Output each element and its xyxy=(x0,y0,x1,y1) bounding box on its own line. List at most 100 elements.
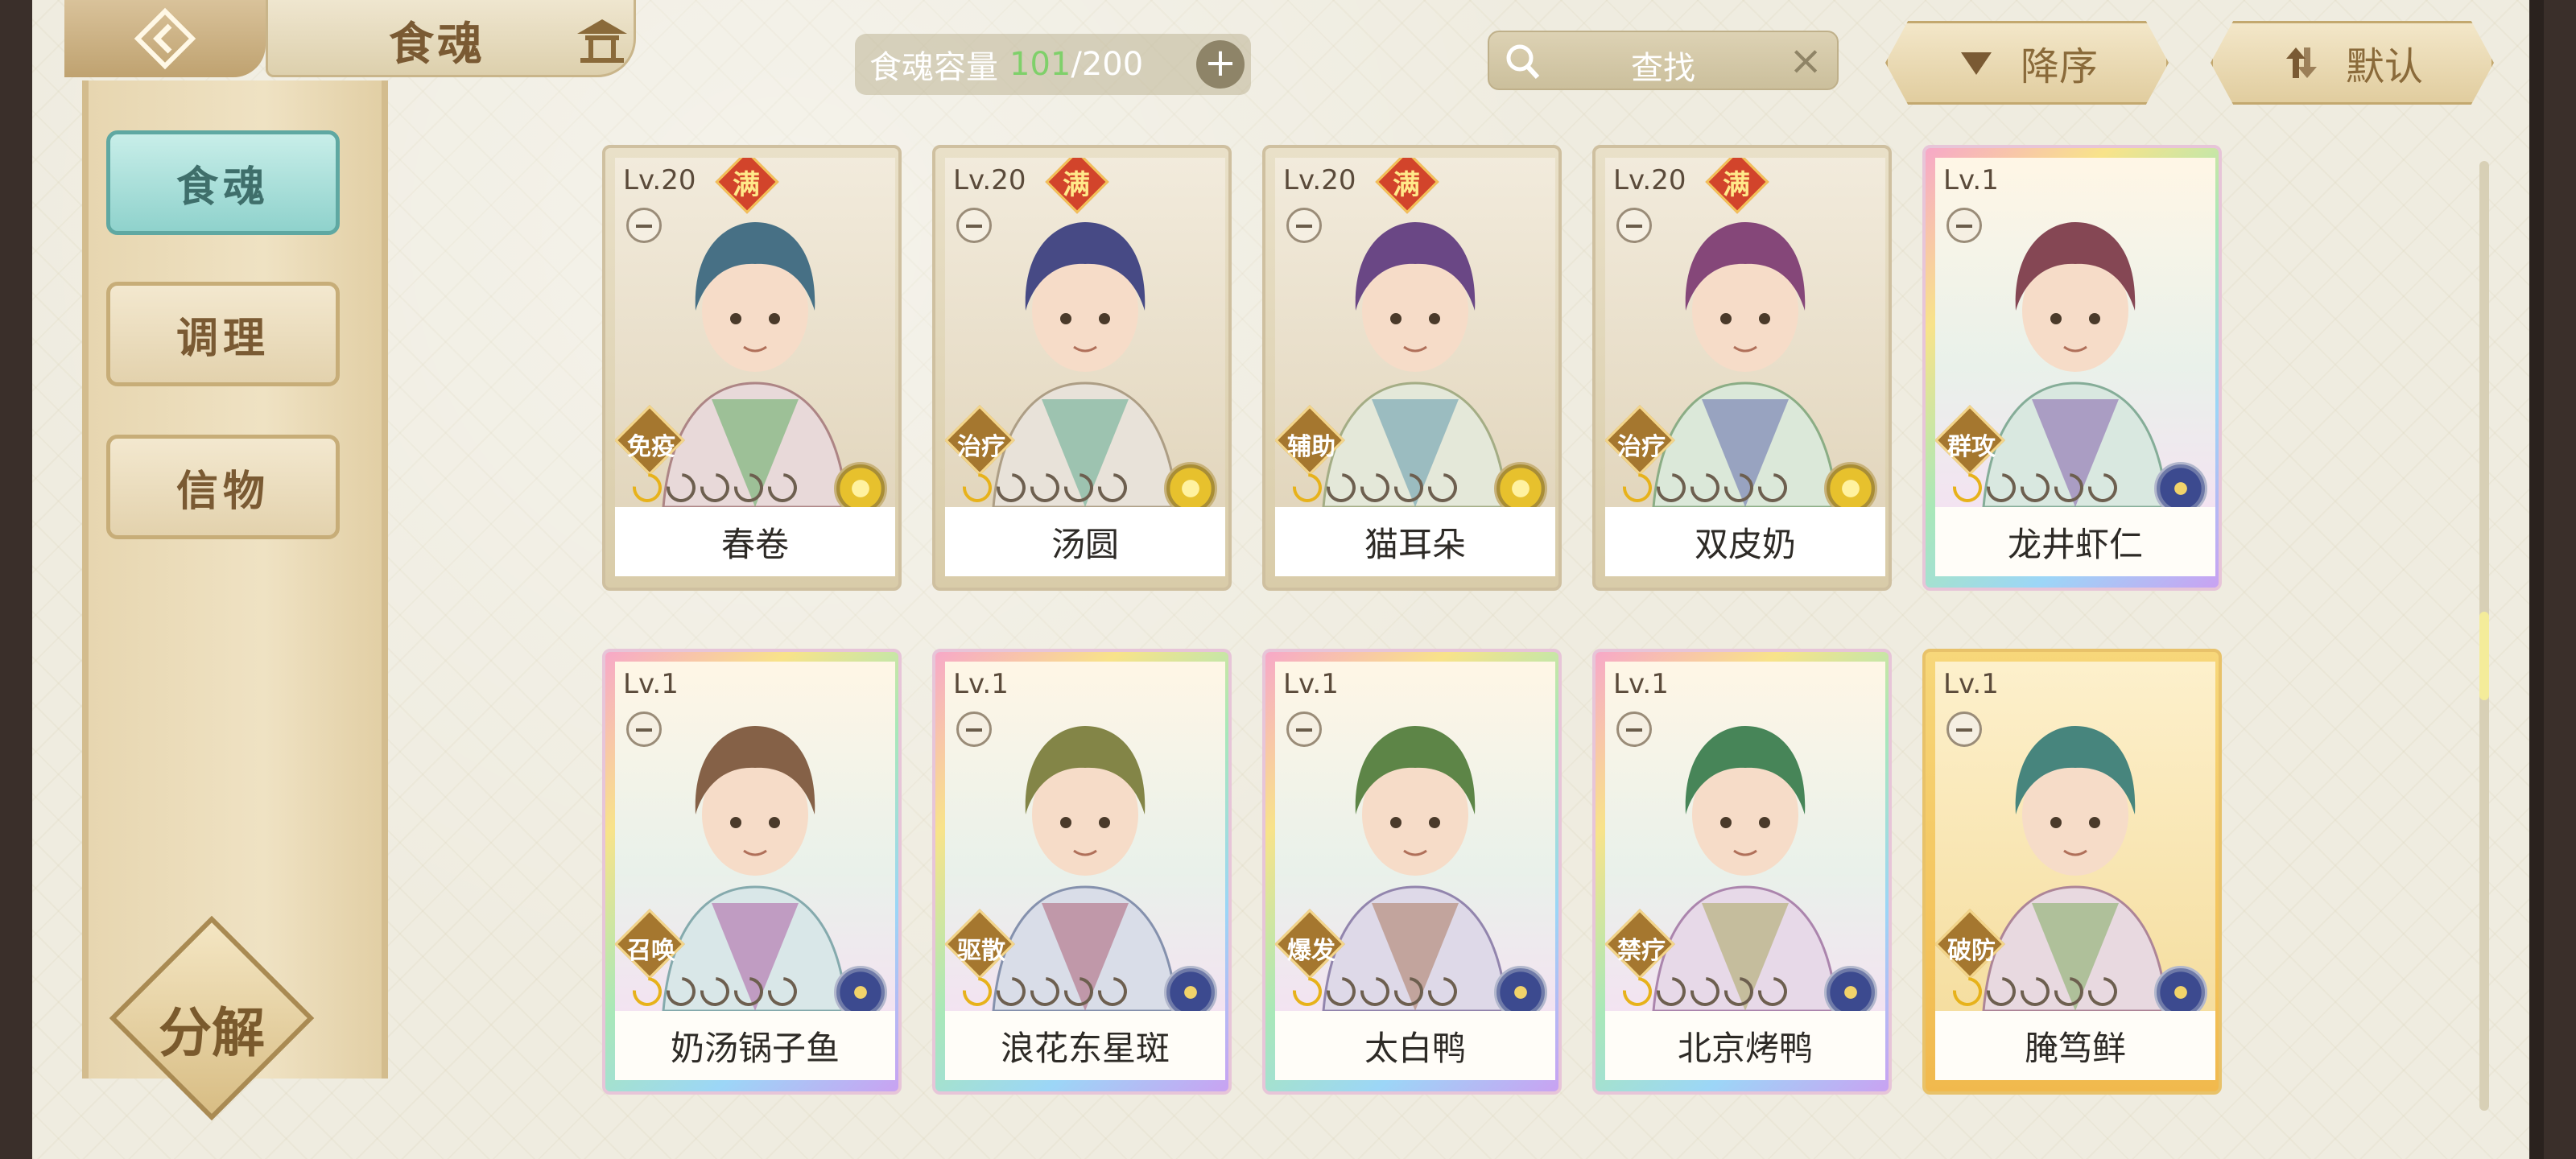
level-label: Lv.1 xyxy=(623,668,679,700)
skill-level-icons xyxy=(1946,467,2124,507)
scrollbar-thumb[interactable] xyxy=(2479,612,2489,700)
skill-swirl-icon xyxy=(1718,467,1760,507)
pavilion-icon[interactable] xyxy=(574,16,630,64)
rank-dot-icon xyxy=(1946,208,1982,243)
rank-dot-icon xyxy=(626,711,662,747)
sidebar-item-xinwu[interactable]: 信物 xyxy=(106,435,340,539)
skill-swirl-icon xyxy=(1388,467,1430,507)
max-level-label: 满 xyxy=(1723,169,1750,201)
character-name: 猫耳朵 xyxy=(1275,507,1555,576)
skill-swirl-icon xyxy=(2014,971,2056,1011)
role-badge: 破防 xyxy=(1935,909,2006,980)
sidebar-item-label: 食魂 xyxy=(175,162,270,212)
clear-search-icon[interactable]: × xyxy=(1789,37,1823,84)
skill-swirl-icon xyxy=(1752,971,1794,1011)
role-label: 辅助 xyxy=(1287,433,1335,461)
capacity-max: 200 xyxy=(1081,46,1144,83)
page-title: 食魂 xyxy=(389,18,485,71)
skill-swirl-icon xyxy=(1718,971,1760,1011)
rank-dot-icon xyxy=(1946,711,1982,747)
skill-swirl-icon xyxy=(728,467,770,507)
sidebar-item-label: 信物 xyxy=(175,466,270,516)
food-soul-card[interactable]: Lv.1 召唤 奶汤锅子鱼 xyxy=(602,649,902,1095)
skill-swirl-icon xyxy=(660,971,702,1011)
capacity-label: 食魂容量 xyxy=(869,49,998,86)
skill-swirl-icon xyxy=(1650,971,1692,1011)
character-name: 太白鸭 xyxy=(1275,1011,1555,1080)
skill-swirl-icon xyxy=(762,467,803,507)
right-edge xyxy=(2529,0,2544,1159)
food-soul-card[interactable]: Lv.1 驱散 浪花东星斑 xyxy=(932,649,1232,1095)
character-name: 北京烤鸭 xyxy=(1605,1011,1885,1080)
skill-swirl-icon xyxy=(762,971,803,1011)
food-soul-card[interactable]: Lv.20 满 免疫 春卷 xyxy=(602,145,902,591)
food-soul-card[interactable]: Lv.1 破防 腌笃鲜 xyxy=(1922,649,2222,1095)
food-soul-card[interactable]: Lv.20 满 辅助 猫耳朵 xyxy=(1262,145,1562,591)
role-label: 禁疗 xyxy=(1617,937,1666,965)
role-label: 治疗 xyxy=(1617,433,1666,461)
food-soul-card[interactable]: Lv.1 群攻 龙井虾仁 xyxy=(1922,145,2222,591)
game-screen: 食魂 食魂容量 101 / 200 + 查找 × 降序 默认 食魂 调理 信物 … xyxy=(32,0,2544,1159)
character-portrait: Lv.1 召唤 xyxy=(615,662,895,1011)
role-label: 召唤 xyxy=(627,937,675,965)
skill-swirl-icon xyxy=(2014,467,2056,507)
sort-mode-label: 默认 xyxy=(2345,44,2423,89)
decompose-button[interactable]: 分解 xyxy=(109,915,315,1121)
role-badge: 辅助 xyxy=(1275,405,1346,476)
skill-swirl-icon xyxy=(1422,971,1463,1011)
skill-swirl-icon xyxy=(1092,467,1133,507)
level-label: Lv.20 xyxy=(1613,164,1686,196)
character-portrait: Lv.1 群攻 xyxy=(1935,158,2215,507)
level-label: Lv.1 xyxy=(953,668,1009,700)
skill-swirl-icon xyxy=(990,971,1032,1011)
character-name: 浪花东星斑 xyxy=(945,1011,1225,1080)
role-badge: 治疗 xyxy=(945,405,1016,476)
skill-swirl-icon xyxy=(694,467,736,507)
role-badge: 禁疗 xyxy=(1605,909,1676,980)
character-portrait: Lv.1 驱散 xyxy=(945,662,1225,1011)
skill-swirl-icon xyxy=(1616,467,1658,507)
sidebar-item-tiaoli[interactable]: 调理 xyxy=(106,282,340,386)
skill-swirl-icon xyxy=(2082,467,2124,507)
add-capacity-button[interactable]: + xyxy=(1196,40,1245,89)
capacity-separator: / xyxy=(1071,46,1082,83)
skill-swirl-icon xyxy=(626,971,668,1011)
skill-level-icons xyxy=(1616,467,1794,507)
role-badge: 爆发 xyxy=(1275,909,1346,980)
skill-swirl-icon xyxy=(1320,467,1362,507)
sort-mode-button[interactable]: 默认 xyxy=(2211,21,2494,105)
max-level-label: 满 xyxy=(733,169,760,201)
skill-level-icons xyxy=(1616,971,1794,1011)
skill-level-icons xyxy=(1286,467,1463,507)
level-label: Lv.1 xyxy=(1943,668,1999,700)
skill-swirl-icon xyxy=(1616,971,1658,1011)
max-level-label: 满 xyxy=(1063,169,1090,201)
search-box[interactable]: 查找 × xyxy=(1488,31,1839,90)
sort-order-label: 降序 xyxy=(2020,44,2098,89)
skill-swirl-icon xyxy=(660,467,702,507)
character-portrait: Lv.1 爆发 xyxy=(1275,662,1555,1011)
sidebar-item-label: 调理 xyxy=(175,313,270,363)
role-badge: 治疗 xyxy=(1605,405,1676,476)
skill-swirl-icon xyxy=(626,467,668,507)
skill-swirl-icon xyxy=(2048,971,2090,1011)
back-arrow-icon xyxy=(134,7,196,70)
food-soul-card[interactable]: Lv.20 满 治疗 双皮奶 xyxy=(1592,145,1892,591)
skill-swirl-icon xyxy=(1980,467,2022,507)
back-button[interactable] xyxy=(64,0,266,77)
role-badge: 召唤 xyxy=(615,909,686,980)
food-soul-card[interactable]: Lv.1 爆发 太白鸭 xyxy=(1262,649,1562,1095)
character-name: 汤圆 xyxy=(945,507,1225,576)
skill-swirl-icon xyxy=(2082,971,2124,1011)
food-soul-card[interactable]: Lv.20 满 治疗 汤圆 xyxy=(932,145,1232,591)
sort-order-button[interactable]: 降序 xyxy=(1885,21,2169,105)
skill-swirl-icon xyxy=(2048,467,2090,507)
role-label: 破防 xyxy=(1947,937,1996,965)
card-list-scrollbar[interactable] xyxy=(2479,161,2489,1111)
sidebar-item-shihun[interactable]: 食魂 xyxy=(106,130,340,235)
rank-dot-icon xyxy=(1286,711,1322,747)
character-name: 双皮奶 xyxy=(1605,507,1885,576)
food-soul-card[interactable]: Lv.1 禁疗 北京烤鸭 xyxy=(1592,649,1892,1095)
title-plate: 食魂 xyxy=(266,0,636,77)
skill-swirl-icon xyxy=(1354,467,1396,507)
